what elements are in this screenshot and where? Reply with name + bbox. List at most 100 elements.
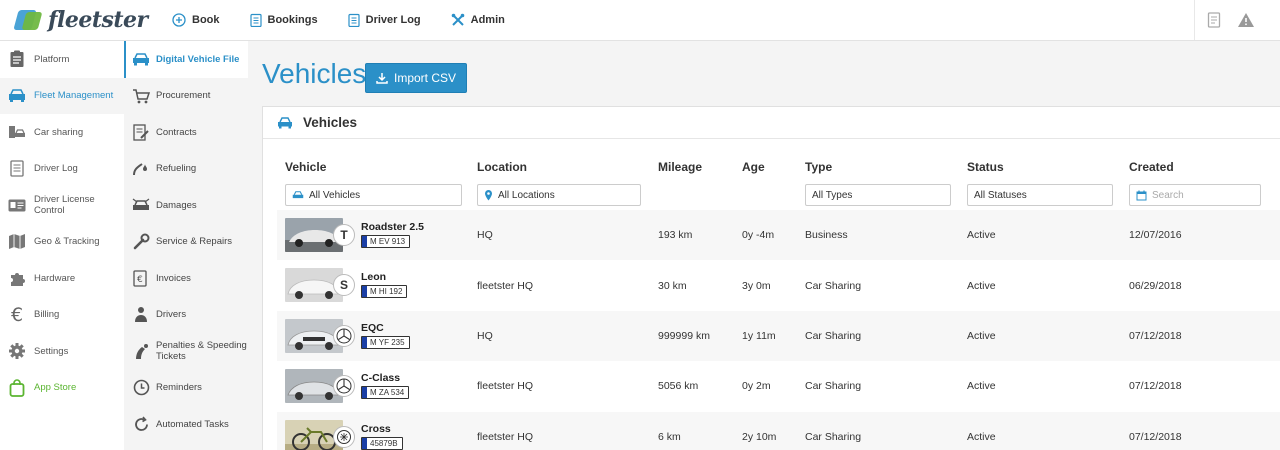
sidebar-item-driver-log[interactable]: Driver Log: [0, 151, 124, 188]
logo-mark-icon: [13, 7, 44, 33]
sidebar-item-app-store[interactable]: App Store: [0, 370, 124, 407]
nav-admin[interactable]: Admin: [451, 13, 505, 27]
age-cell: 1y 11m: [742, 329, 776, 342]
plate-text: M EV 913: [370, 237, 406, 246]
age-cell: 2y 10m: [742, 430, 777, 443]
panel-title: Vehicles: [303, 115, 358, 130]
location-filter[interactable]: All Locations: [477, 184, 641, 206]
subnav-item-label: Refueling: [156, 163, 197, 175]
location-cell: HQ: [477, 229, 493, 242]
type-cell: Business: [805, 229, 848, 242]
created-search-placeholder: Search: [1152, 189, 1184, 201]
subnav-item-contracts[interactable]: Contracts: [124, 114, 248, 151]
sub-sidebar: Digital Vehicle File Procurement Contrac…: [124, 41, 248, 450]
mileage-cell: 30 km: [658, 279, 687, 292]
column-header-status[interactable]: Status: [967, 160, 1004, 174]
car-icon: [292, 190, 304, 198]
sidebar-item-label: Car sharing: [34, 126, 84, 138]
sidebar-item-billing[interactable]: € Billing: [0, 297, 124, 334]
vehicles-table-body: T Roadster 2.5 M EV 913 HQ 193 km 0y -4m…: [277, 210, 1280, 450]
calendar-icon: [1136, 190, 1147, 200]
column-header-age[interactable]: Age: [742, 160, 765, 174]
column-header-mileage[interactable]: Mileage: [658, 160, 702, 174]
shopping-bag-icon: [8, 379, 26, 397]
sidebar-item-label: Driver License Control: [34, 194, 95, 217]
sidebar-item-label: Geo & Tracking: [34, 236, 100, 248]
location-pin-icon: [485, 190, 492, 201]
logbook-icon: [8, 160, 26, 178]
status-cell: Active: [967, 229, 996, 242]
document-icon[interactable]: [1207, 12, 1221, 28]
sidebar-item-geo-tracking[interactable]: Geo & Tracking: [0, 224, 124, 261]
vehicle-filter[interactable]: All Vehicles: [285, 184, 462, 206]
map-icon: [8, 233, 26, 251]
location-cell: HQ: [477, 329, 493, 342]
created-cell: 07/12/2018: [1129, 329, 1182, 342]
subnav-item-penalties[interactable]: Penalties & Speeding Tickets: [124, 333, 248, 370]
vehicle-name[interactable]: Cross: [361, 423, 391, 435]
sidebar-item-settings[interactable]: Settings: [0, 333, 124, 370]
status-cell: Active: [967, 380, 996, 393]
license-plate: M HI 192: [361, 285, 408, 299]
subnav-item-label: Reminders: [156, 382, 202, 394]
subnav-item-label: Invoices: [156, 272, 191, 284]
subnav-item-invoices[interactable]: € Invoices: [124, 260, 248, 297]
subnav-item-refueling[interactable]: Refueling: [124, 151, 248, 188]
subnav-item-digital-vehicle-file[interactable]: Digital Vehicle File: [124, 41, 248, 78]
warning-icon[interactable]: [1237, 12, 1255, 28]
table-row[interactable]: S Leon M HI 192 fleetster HQ 30 km 3y 0m…: [277, 260, 1280, 311]
sidebar-item-hardware[interactable]: Hardware: [0, 260, 124, 297]
table-row[interactable]: C-Class M ZA 534 fleetster HQ 5056 km 0y…: [277, 361, 1280, 412]
svg-text:€: €: [137, 275, 143, 285]
subnav-item-damages[interactable]: Damages: [124, 187, 248, 224]
subnav-item-label: Procurement: [156, 90, 211, 102]
subnav-item-procurement[interactable]: Procurement: [124, 78, 248, 115]
subnav-item-label: Penalties & Speeding Tickets: [156, 340, 247, 363]
subnav-item-label: Service & Repairs: [156, 236, 233, 248]
seat-logo-icon: S: [333, 274, 355, 297]
subnav-item-automated-tasks[interactable]: Automated Tasks: [124, 406, 248, 443]
fleetster-logo[interactable]: fleetster: [13, 6, 148, 34]
type-filter[interactable]: All Types: [805, 184, 951, 206]
type-cell: Car Sharing: [805, 279, 862, 292]
column-header-type[interactable]: Type: [805, 160, 832, 174]
bike-brand-icon: [333, 425, 355, 448]
column-header-location[interactable]: Location: [477, 160, 527, 174]
gear-icon: [8, 342, 26, 360]
vehicle-name[interactable]: Leon: [361, 271, 386, 283]
vehicles-panel: Vehicles Vehicle Location Mileage Age Ty…: [262, 106, 1280, 450]
table-row[interactable]: T Roadster 2.5 M EV 913 HQ 193 km 0y -4m…: [277, 210, 1280, 261]
location-cell: fleetster HQ: [477, 380, 534, 393]
contract-icon: [132, 123, 150, 141]
column-header-created[interactable]: Created: [1129, 160, 1174, 174]
refresh-icon: [132, 415, 150, 433]
table-row[interactable]: Cross 45879B fleetster HQ 6 km 2y 10m Ca…: [277, 411, 1280, 450]
nav-bookings[interactable]: Bookings: [249, 13, 318, 27]
sidebar-item-label: Fleet Management: [34, 90, 114, 102]
status-filter[interactable]: All Statuses: [967, 184, 1113, 206]
created-search-field[interactable]: Search: [1129, 184, 1261, 206]
nav-driver-log[interactable]: Driver Log: [348, 13, 421, 27]
nav-book[interactable]: Book: [172, 13, 220, 27]
location-cell: fleetster HQ: [477, 279, 534, 292]
sidebar-item-label: Platform: [34, 53, 70, 65]
sidebar-item-fleet-management[interactable]: Fleet Management: [0, 77, 124, 114]
age-cell: 0y 2m: [742, 380, 771, 393]
clipboard-icon: [8, 50, 26, 68]
sidebar-item-label: Hardware: [34, 272, 76, 284]
plate-text: M ZA 534: [370, 388, 405, 398]
vehicle-name[interactable]: EQC: [361, 322, 384, 334]
column-header-vehicle[interactable]: Vehicle: [285, 160, 326, 174]
sidebar-item-car-sharing[interactable]: Car sharing: [0, 114, 124, 151]
subnav-item-reminders[interactable]: Reminders: [124, 370, 248, 407]
import-csv-button[interactable]: Import CSV: [365, 63, 467, 93]
license-plate: M ZA 534: [361, 386, 410, 400]
type-cell: Car Sharing: [805, 430, 862, 443]
vehicle-name[interactable]: C-Class: [361, 372, 400, 384]
table-row[interactable]: EQC M YF 235 HQ 999999 km 1y 11m Car Sha…: [277, 310, 1280, 362]
vehicle-name[interactable]: Roadster 2.5: [361, 221, 424, 233]
subnav-item-service-repairs[interactable]: Service & Repairs: [124, 224, 248, 261]
subnav-item-drivers[interactable]: Drivers: [124, 297, 248, 334]
sidebar-item-platform[interactable]: Platform: [0, 41, 124, 78]
sidebar-item-driver-license-control[interactable]: Driver License Control: [0, 187, 124, 224]
